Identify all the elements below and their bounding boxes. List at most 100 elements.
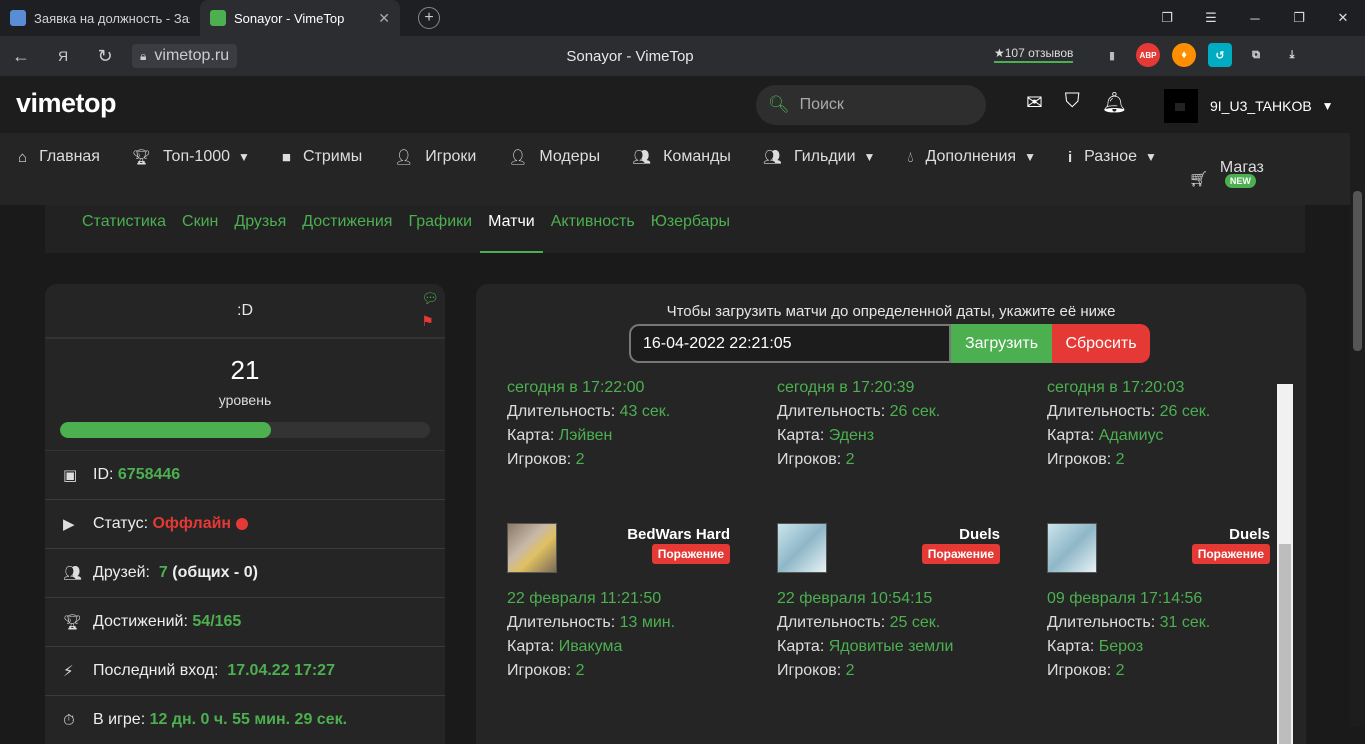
achievements-row: 🏆︎ Достижений: 54/165 — [45, 598, 445, 647]
nav-item-addons[interactable]: 💧︎ Дополнения ▼ — [907, 148, 1036, 166]
comment-icon[interactable]: 💬︎ — [421, 290, 439, 307]
match-players: Игроков: 2 — [1047, 448, 1287, 472]
close-tab-icon[interactable]: ✕ — [378, 10, 390, 27]
match-card[interactable]: BedWars Hard Поражение 22 февраля 11:21:… — [507, 523, 747, 683]
users-icon: 👥︎ — [63, 565, 83, 582]
map-value: Эденз — [828, 427, 875, 444]
scrollbar-thumb[interactable] — [1279, 544, 1291, 744]
nav-item-home[interactable]: ⌂ Главная — [18, 148, 100, 166]
nav-item-misc[interactable]: i Разное ▼ — [1068, 148, 1157, 166]
players-label: Игроков: — [777, 662, 842, 679]
match-result-badge: Поражение — [1191, 544, 1270, 564]
tab-stats[interactable]: Статистика — [82, 205, 166, 253]
address-bar: ← Я ↻ 🔒︎ vimetop.ru Sonayor - VimeTop ★10… — [0, 36, 1365, 76]
tab-favicon-icon — [10, 10, 26, 26]
duration-label: Длительность: — [777, 614, 886, 631]
match-card[interactable]: Duels Поражение 09 февраля 17:14:56 Длит… — [1047, 523, 1287, 683]
back-icon[interactable]: ← — [0, 46, 42, 67]
nav-item-top[interactable]: 🏆︎ Топ-1000 ▼ — [132, 148, 250, 166]
level-progress-fill — [60, 422, 271, 438]
search-icon: 🔍︎ — [768, 95, 790, 114]
players-value: 2 — [845, 451, 855, 468]
bookmarks-icon[interactable]: ❐ — [1145, 10, 1189, 26]
extensions-bar: ▮ ABP ♦ ↺ ⧉ ⤓ — [1100, 43, 1304, 67]
browser-tab-2[interactable]: Sonayor - VimeTop ✕ — [200, 0, 400, 36]
new-badge: NEW — [1224, 174, 1256, 188]
matches-hint: Чтобы загрузить матчи до определенной да… — [666, 303, 1116, 320]
minimize-icon[interactable]: ─ — [1233, 11, 1277, 26]
chat-icon[interactable]: ✉ — [1026, 90, 1043, 115]
match-card[interactable]: сегодня в 17:22:00 Длительность: 43 сек.… — [507, 380, 747, 472]
reset-button[interactable]: Сбросить — [1052, 324, 1150, 363]
url-field[interactable]: 🔒︎ vimetop.ru — [132, 44, 238, 68]
nav-label: Модеры — [539, 148, 601, 165]
reload-icon[interactable]: ↻ — [84, 46, 126, 67]
bookmark-icon[interactable]: ▮ — [1100, 43, 1124, 67]
video-icon: ■ — [281, 148, 291, 166]
shield-icon[interactable]: ⛉ — [1065, 90, 1080, 115]
restore-icon[interactable]: ❐ — [1277, 10, 1321, 26]
match-card[interactable]: сегодня в 17:20:39 Длительность: 26 сек.… — [777, 380, 1017, 472]
duels-map-thumbnail — [777, 523, 827, 573]
nav-item-teams[interactable]: 👥︎ Команды — [632, 148, 731, 166]
players-value: 2 — [575, 451, 585, 468]
menu-icon[interactable]: ☰ — [1189, 10, 1233, 26]
nav-label: Игроки — [425, 148, 477, 165]
match-card[interactable]: сегодня в 17:20:03 Длительность: 26 сек.… — [1047, 380, 1287, 472]
match-card[interactable]: Duels Поражение 22 февраля 10:54:15 Длит… — [777, 523, 1017, 683]
tab-activity[interactable]: Активность — [551, 205, 635, 253]
search-input[interactable]: 🔍︎ Поиск — [756, 85, 986, 125]
reviews-link[interactable]: ★107 отзывов — [994, 46, 1074, 63]
players-value: 2 — [845, 662, 855, 679]
tab-graphs[interactable]: Графики — [408, 205, 472, 253]
match-players: Игроков: 2 — [777, 659, 1017, 683]
matches-scrollbar[interactable] — [1277, 384, 1293, 744]
page-scrollbar[interactable] — [1350, 76, 1365, 727]
tab-friends[interactable]: Друзья — [234, 205, 286, 253]
friends-value[interactable]: 7 — [159, 564, 168, 582]
tab-achievements[interactable]: Достижения — [302, 205, 392, 253]
adblock-icon[interactable]: ABP — [1136, 43, 1160, 67]
tab-userbars[interactable]: Юзербары — [651, 205, 730, 253]
duration-value: 25 сек. — [889, 614, 941, 631]
site-logo[interactable]: vimetop — [16, 88, 117, 119]
load-button[interactable]: Загрузить — [951, 324, 1052, 363]
nav-item-guilds[interactable]: 👥︎ Гильдии ▼ — [763, 148, 876, 166]
yandex-icon[interactable]: Я — [42, 48, 84, 64]
main-nav: ⌂ Главная 🏆︎ Топ-1000 ▼ ■ Стримы 👤︎ Игроки 👤︎… — [0, 133, 1350, 205]
brave-icon[interactable]: ♦ — [1172, 43, 1196, 67]
match-map: Карта: Адамиус — [1047, 424, 1287, 448]
bell-icon[interactable]: 🔔︎ — [1102, 90, 1127, 115]
nav-item-streams[interactable]: ■ Стримы — [282, 148, 362, 166]
close-window-icon[interactable]: ✕ — [1321, 10, 1365, 26]
nav-label: Команды — [663, 148, 731, 165]
map-label: Карта: — [777, 638, 825, 655]
new-tab-button[interactable]: + — [418, 7, 440, 29]
nav-label: Разное — [1084, 148, 1137, 165]
match-date: сегодня в 17:20:39 — [777, 380, 915, 396]
nav-item-players[interactable]: 👤︎ Игроки — [394, 148, 476, 166]
nav-item-moders[interactable]: 👤︎ Модеры — [508, 148, 600, 166]
report-flag-icon[interactable]: ⚑ — [421, 313, 439, 330]
nav-label: Дополнения — [925, 148, 1017, 165]
match-map: Карта: Лэйвен — [507, 424, 747, 448]
map-value: Ивакума — [558, 638, 623, 655]
browser-tab-1[interactable]: Заявка на должность - Заявки — [0, 0, 200, 36]
match-duration: Длительность: 25 сек. — [777, 611, 1017, 635]
extension-icon[interactable]: ↺ — [1208, 43, 1232, 67]
guild-icon: 👥︎ — [762, 149, 782, 166]
page-scrollbar-thumb[interactable] — [1353, 191, 1362, 351]
tab-matches[interactable]: Матчи — [480, 205, 543, 253]
date-input[interactable]: 16-04-2022 22:21:05 — [629, 324, 951, 363]
download-icon[interactable]: ⤓ — [1280, 43, 1304, 67]
window-controls: ❐ ☰ ─ ❐ ✕ — [1145, 0, 1365, 36]
achievements-value: 54/165 — [192, 613, 242, 630]
user-menu[interactable]: 9I_U3_TAHKOB ▼ — [1164, 89, 1334, 123]
match-map: Карта: Ивакума — [507, 635, 747, 659]
nav-item-shop[interactable]: 🛒︎ Магаз NEW — [1189, 148, 1264, 188]
map-label: Карта: — [507, 638, 555, 655]
user-shield-icon: 👤︎ — [508, 149, 528, 166]
match-map: Карта: Эденз — [777, 424, 1017, 448]
tab-skin[interactable]: Скин — [182, 205, 218, 253]
puzzle-icon[interactable]: ⧉ — [1244, 43, 1268, 67]
